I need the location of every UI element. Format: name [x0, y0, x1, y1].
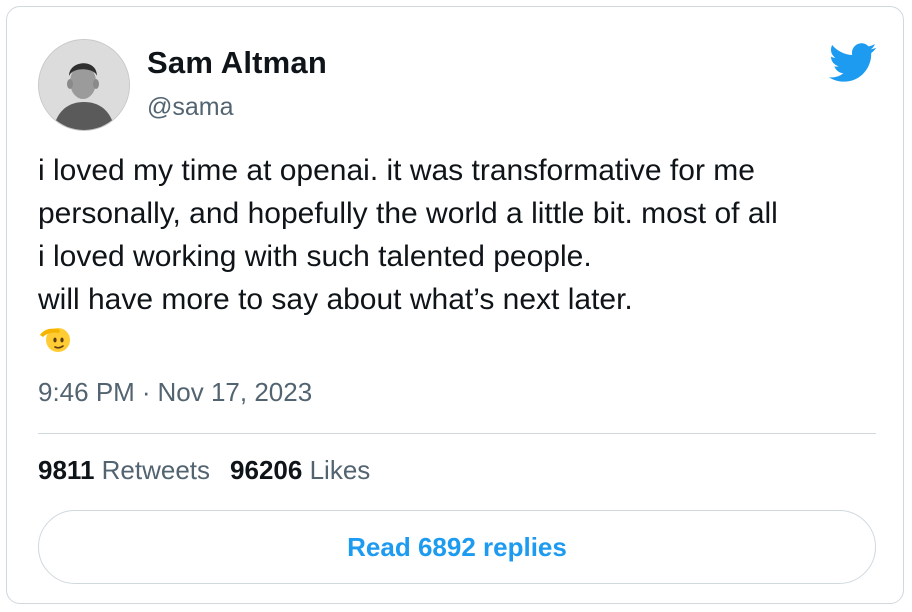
- saluting-face-emoji: [38, 321, 72, 355]
- read-replies-button[interactable]: Read 6892 replies: [38, 510, 876, 584]
- tweet-date: Nov 17, 2023: [157, 377, 313, 407]
- tweet-stats: 9811 Retweets 96206 Likes: [38, 455, 370, 486]
- tweet-line: personally, and hopefully the world a li…: [38, 197, 778, 230]
- tweet-line: i loved working with such talented peopl…: [38, 240, 592, 273]
- retweets-count: 9811: [38, 455, 95, 485]
- avatar[interactable]: [38, 39, 130, 131]
- tweet-card: Sam Altman @sama i loved my time at open…: [6, 6, 904, 604]
- divider: [38, 433, 876, 434]
- retweets-label: Retweets: [101, 455, 211, 485]
- tweet-line: will have more to say about what’s next …: [38, 283, 633, 316]
- tweet-time: 9:46 PM: [38, 377, 135, 407]
- tweet-timestamp[interactable]: 9:46 PM · Nov 17, 2023: [38, 377, 312, 408]
- tweet-line: i loved my time at openai. it was transf…: [38, 154, 755, 187]
- author-handle[interactable]: @sama: [147, 93, 234, 122]
- likes-label: Likes: [309, 455, 371, 485]
- retweets-stat[interactable]: 9811 Retweets: [38, 455, 210, 485]
- likes-count: 96206: [230, 455, 303, 485]
- author-name[interactable]: Sam Altman: [147, 45, 327, 81]
- tweet-text: i loved my time at openai. it was transf…: [38, 149, 888, 321]
- likes-stat[interactable]: 96206 Likes: [230, 455, 370, 485]
- timestamp-separator: ·: [141, 377, 151, 407]
- twitter-bird-icon[interactable]: [829, 43, 877, 83]
